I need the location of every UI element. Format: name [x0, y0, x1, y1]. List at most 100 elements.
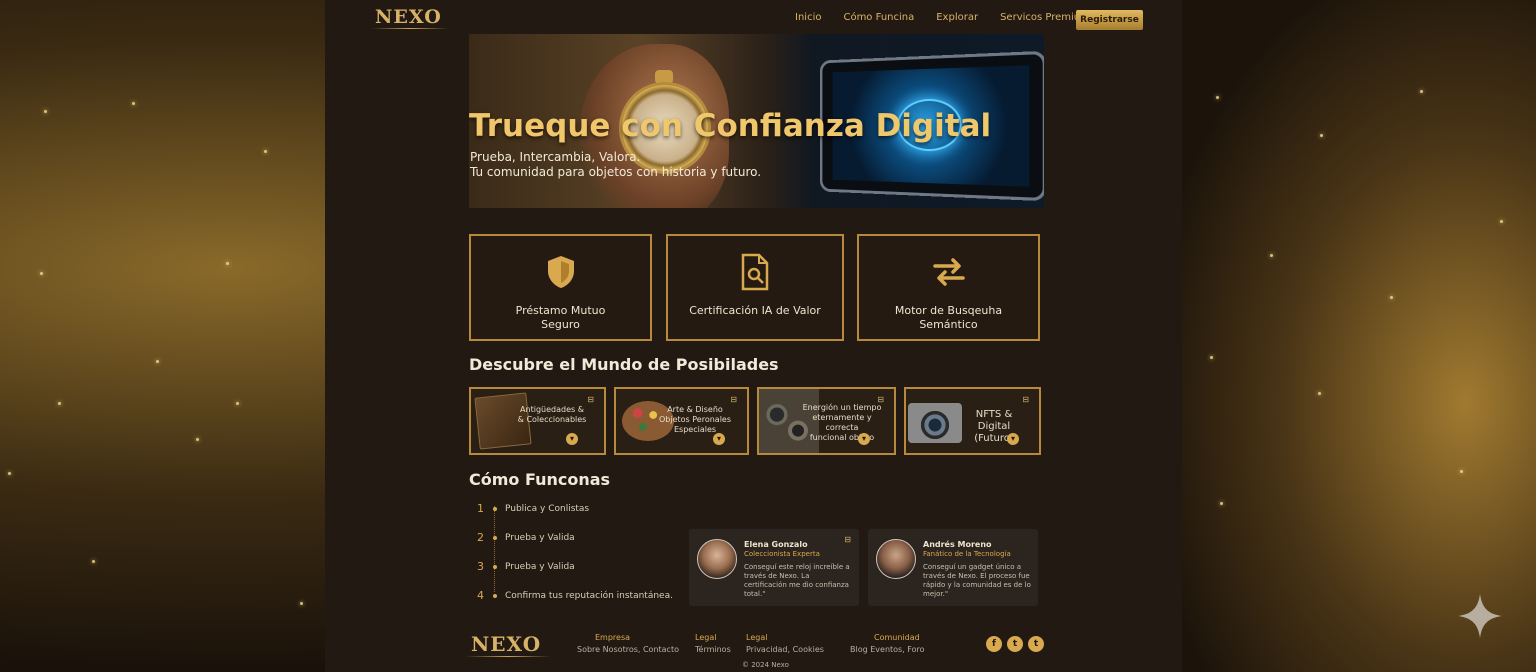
nav-link-inicio[interactable]: Inicio — [795, 12, 821, 23]
feature-label-line2: Seguro — [541, 318, 580, 331]
facebook-icon[interactable]: f — [986, 636, 1002, 652]
hero-title: Trueque con Confianza Digital — [469, 108, 992, 144]
landing-page: NEXO Inicio Cómo Funcina Explorar Servic… — [325, 0, 1182, 672]
testimonial-role: Coleccionista Experta — [744, 550, 820, 558]
avatar — [876, 539, 916, 579]
feature-label-line1: Motor de Busqeuha — [894, 304, 1003, 317]
brand-logo[interactable]: NEXO — [375, 6, 442, 28]
hero-subtitle-line1: Prueba, Intercambia, Valora. — [470, 150, 641, 164]
category-label-line: eternamente y correcta — [812, 413, 872, 432]
footer-links[interactable]: Sobre Nosotros, Contacto — [577, 645, 679, 654]
footer-column-legal: Legal Términos — [695, 633, 731, 654]
logo-underline — [371, 28, 449, 29]
category-label-line: Energión un tiempo — [802, 403, 882, 412]
testimonial-name: Elena Gonzalo — [744, 540, 808, 549]
document-search-icon — [735, 252, 775, 292]
camera-image — [908, 403, 962, 443]
footer-column-legal-2: Legal Privacidad, Cookies — [746, 633, 824, 654]
category-label: Arte & Diseño Objetos Peronales Especial… — [653, 405, 737, 435]
category-label: Energión un tiempo eternamente y correct… — [800, 403, 884, 443]
testimonial-card: Andrés Moreno Fanático de la Tecnología … — [868, 529, 1038, 606]
testimonial-name: Andrés Moreno — [923, 540, 992, 549]
hero-banner: Trueque con Confianza Digital Prueba, In… — [469, 34, 1044, 208]
sparkle-star-icon — [1458, 594, 1502, 638]
footer-column-empresa: Empresa Sobre Nosotros, Contacto — [577, 633, 679, 654]
category-arrow-icon[interactable]: ▾ — [858, 433, 870, 445]
feature-label-line2: Semántico — [919, 318, 978, 331]
step-number: 4 — [477, 589, 484, 602]
category-card-nfts[interactable]: ⊟ NFTS & Digital (Futuro) ▾ — [904, 387, 1041, 455]
category-badge-icon: ⊟ — [730, 395, 737, 404]
category-card-arte[interactable]: ⊟ Arte & Diseño Objetos Peronales Especi… — [614, 387, 749, 455]
feature-label: Motor de Busqeuha Semántico — [874, 304, 1024, 332]
swap-arrows-icon — [929, 252, 969, 292]
step-dot — [493, 564, 497, 569]
category-label-line: NFTS & Digital — [975, 409, 1013, 432]
category-label-line: funcional objeto — [809, 433, 875, 442]
footer-links[interactable]: Términos — [695, 645, 731, 654]
step-number: 1 — [477, 502, 484, 515]
category-badge-icon: ⊟ — [1022, 395, 1029, 404]
discover-section-title: Descubre el Mundo de Posibilades — [469, 355, 779, 374]
copyright-text: © 2024 Nexo — [742, 661, 789, 669]
feature-label-line1: Certificación IA de Valor — [689, 304, 821, 317]
step-number: 2 — [477, 531, 484, 544]
testimonial-quote: Conseguí un gadget único a través de Nex… — [923, 563, 1031, 598]
category-card-energia[interactable]: ⊟ Energión un tiempo eternamente y corre… — [757, 387, 896, 455]
category-label-line: Especiales — [673, 425, 717, 434]
step-label: Prueba y Valida — [505, 561, 575, 572]
twitter-icon[interactable]: t — [1028, 636, 1044, 652]
step-label: Confirma tus reputación instantánea. — [505, 590, 673, 601]
category-arrow-icon[interactable]: ▾ — [1007, 433, 1019, 445]
step-dot — [493, 593, 497, 598]
step-dot — [493, 535, 497, 540]
footer-logo-underline — [465, 656, 551, 657]
step-label: Prueba y Valida — [505, 532, 575, 543]
how-section-title: Cómo Funconas — [469, 470, 611, 489]
footer-links[interactable]: Privacidad, Cookies — [746, 645, 824, 654]
footer-logo[interactable]: NEXO — [471, 632, 541, 656]
category-arrow-icon[interactable]: ▾ — [566, 433, 578, 445]
category-label-line: Objetos Peronales — [658, 415, 731, 424]
testimonial-card: ⊟ Elena Gonzalo Coleccionista Experta Co… — [689, 529, 859, 606]
hero-subtitle: Prueba, Intercambia, Valora. Tu comunida… — [470, 150, 761, 180]
background-right-glow — [1181, 0, 1536, 672]
step-number: 3 — [477, 560, 484, 573]
footer-column-heading: Comunidad — [874, 633, 920, 642]
header: NEXO Inicio Cómo Funcina Explorar Servic… — [325, 0, 1182, 36]
twitter-icon[interactable]: t — [1007, 636, 1023, 652]
feature-label: Certificación IA de Valor — [680, 304, 830, 318]
testimonial-badge-icon: ⊟ — [844, 535, 851, 544]
avatar — [697, 539, 737, 579]
footer-column-comunidad: Comunidad Blog Eventos, Foro — [850, 633, 925, 654]
testimonial-quote: Conseguí este reloj increíble a través d… — [744, 563, 850, 598]
step-dot — [493, 506, 497, 511]
nav-link-como-funciona[interactable]: Cómo Funcina — [843, 12, 914, 23]
step-item: 1 Publica y Conlistas — [477, 494, 673, 523]
category-label-line: Antigüedades & — [520, 405, 584, 414]
main-nav: Inicio Cómo Funcina Explorar Servicos Pr… — [795, 12, 1090, 23]
step-label: Publica y Conlistas — [505, 503, 590, 514]
shield-icon — [541, 252, 581, 292]
feature-card-certificacion[interactable]: Certificación IA de Valor — [666, 234, 844, 341]
register-button[interactable]: Registrarse — [1076, 10, 1143, 30]
category-card-antiguedades[interactable]: ⊟ Antigüedades & & Coleccionables ▾ — [469, 387, 606, 455]
category-label-line: Arte & Diseño — [667, 405, 723, 414]
step-item: 2 Prueba y Valida — [477, 523, 673, 552]
category-arrow-icon[interactable]: ▾ — [713, 433, 725, 445]
footer-column-heading: Legal — [695, 633, 717, 642]
footer-links[interactable]: Blog Eventos, Foro — [850, 645, 925, 654]
feature-label: Préstamo Mutuo Seguro — [486, 304, 636, 332]
nav-link-explorar[interactable]: Explorar — [936, 12, 978, 23]
category-label-line: & Coleccionables — [517, 415, 587, 424]
feature-card-prestamo[interactable]: Préstamo Mutuo Seguro — [469, 234, 652, 341]
footer-column-heading: Legal — [746, 633, 768, 642]
footer-column-heading: Empresa — [595, 633, 631, 642]
step-item: 3 Prueba y Valida — [477, 552, 673, 581]
testimonial-role: Fanático de la Tecnología — [923, 550, 1011, 558]
category-badge-icon: ⊟ — [587, 395, 594, 404]
feature-card-motor-busqueda[interactable]: Motor de Busqeuha Semántico — [857, 234, 1040, 341]
category-label: Antigüedades & & Coleccionables — [510, 405, 594, 425]
step-item: 4 Confirma tus reputación instantánea. — [477, 581, 673, 610]
feature-label-line1: Préstamo Mutuo — [515, 304, 606, 317]
